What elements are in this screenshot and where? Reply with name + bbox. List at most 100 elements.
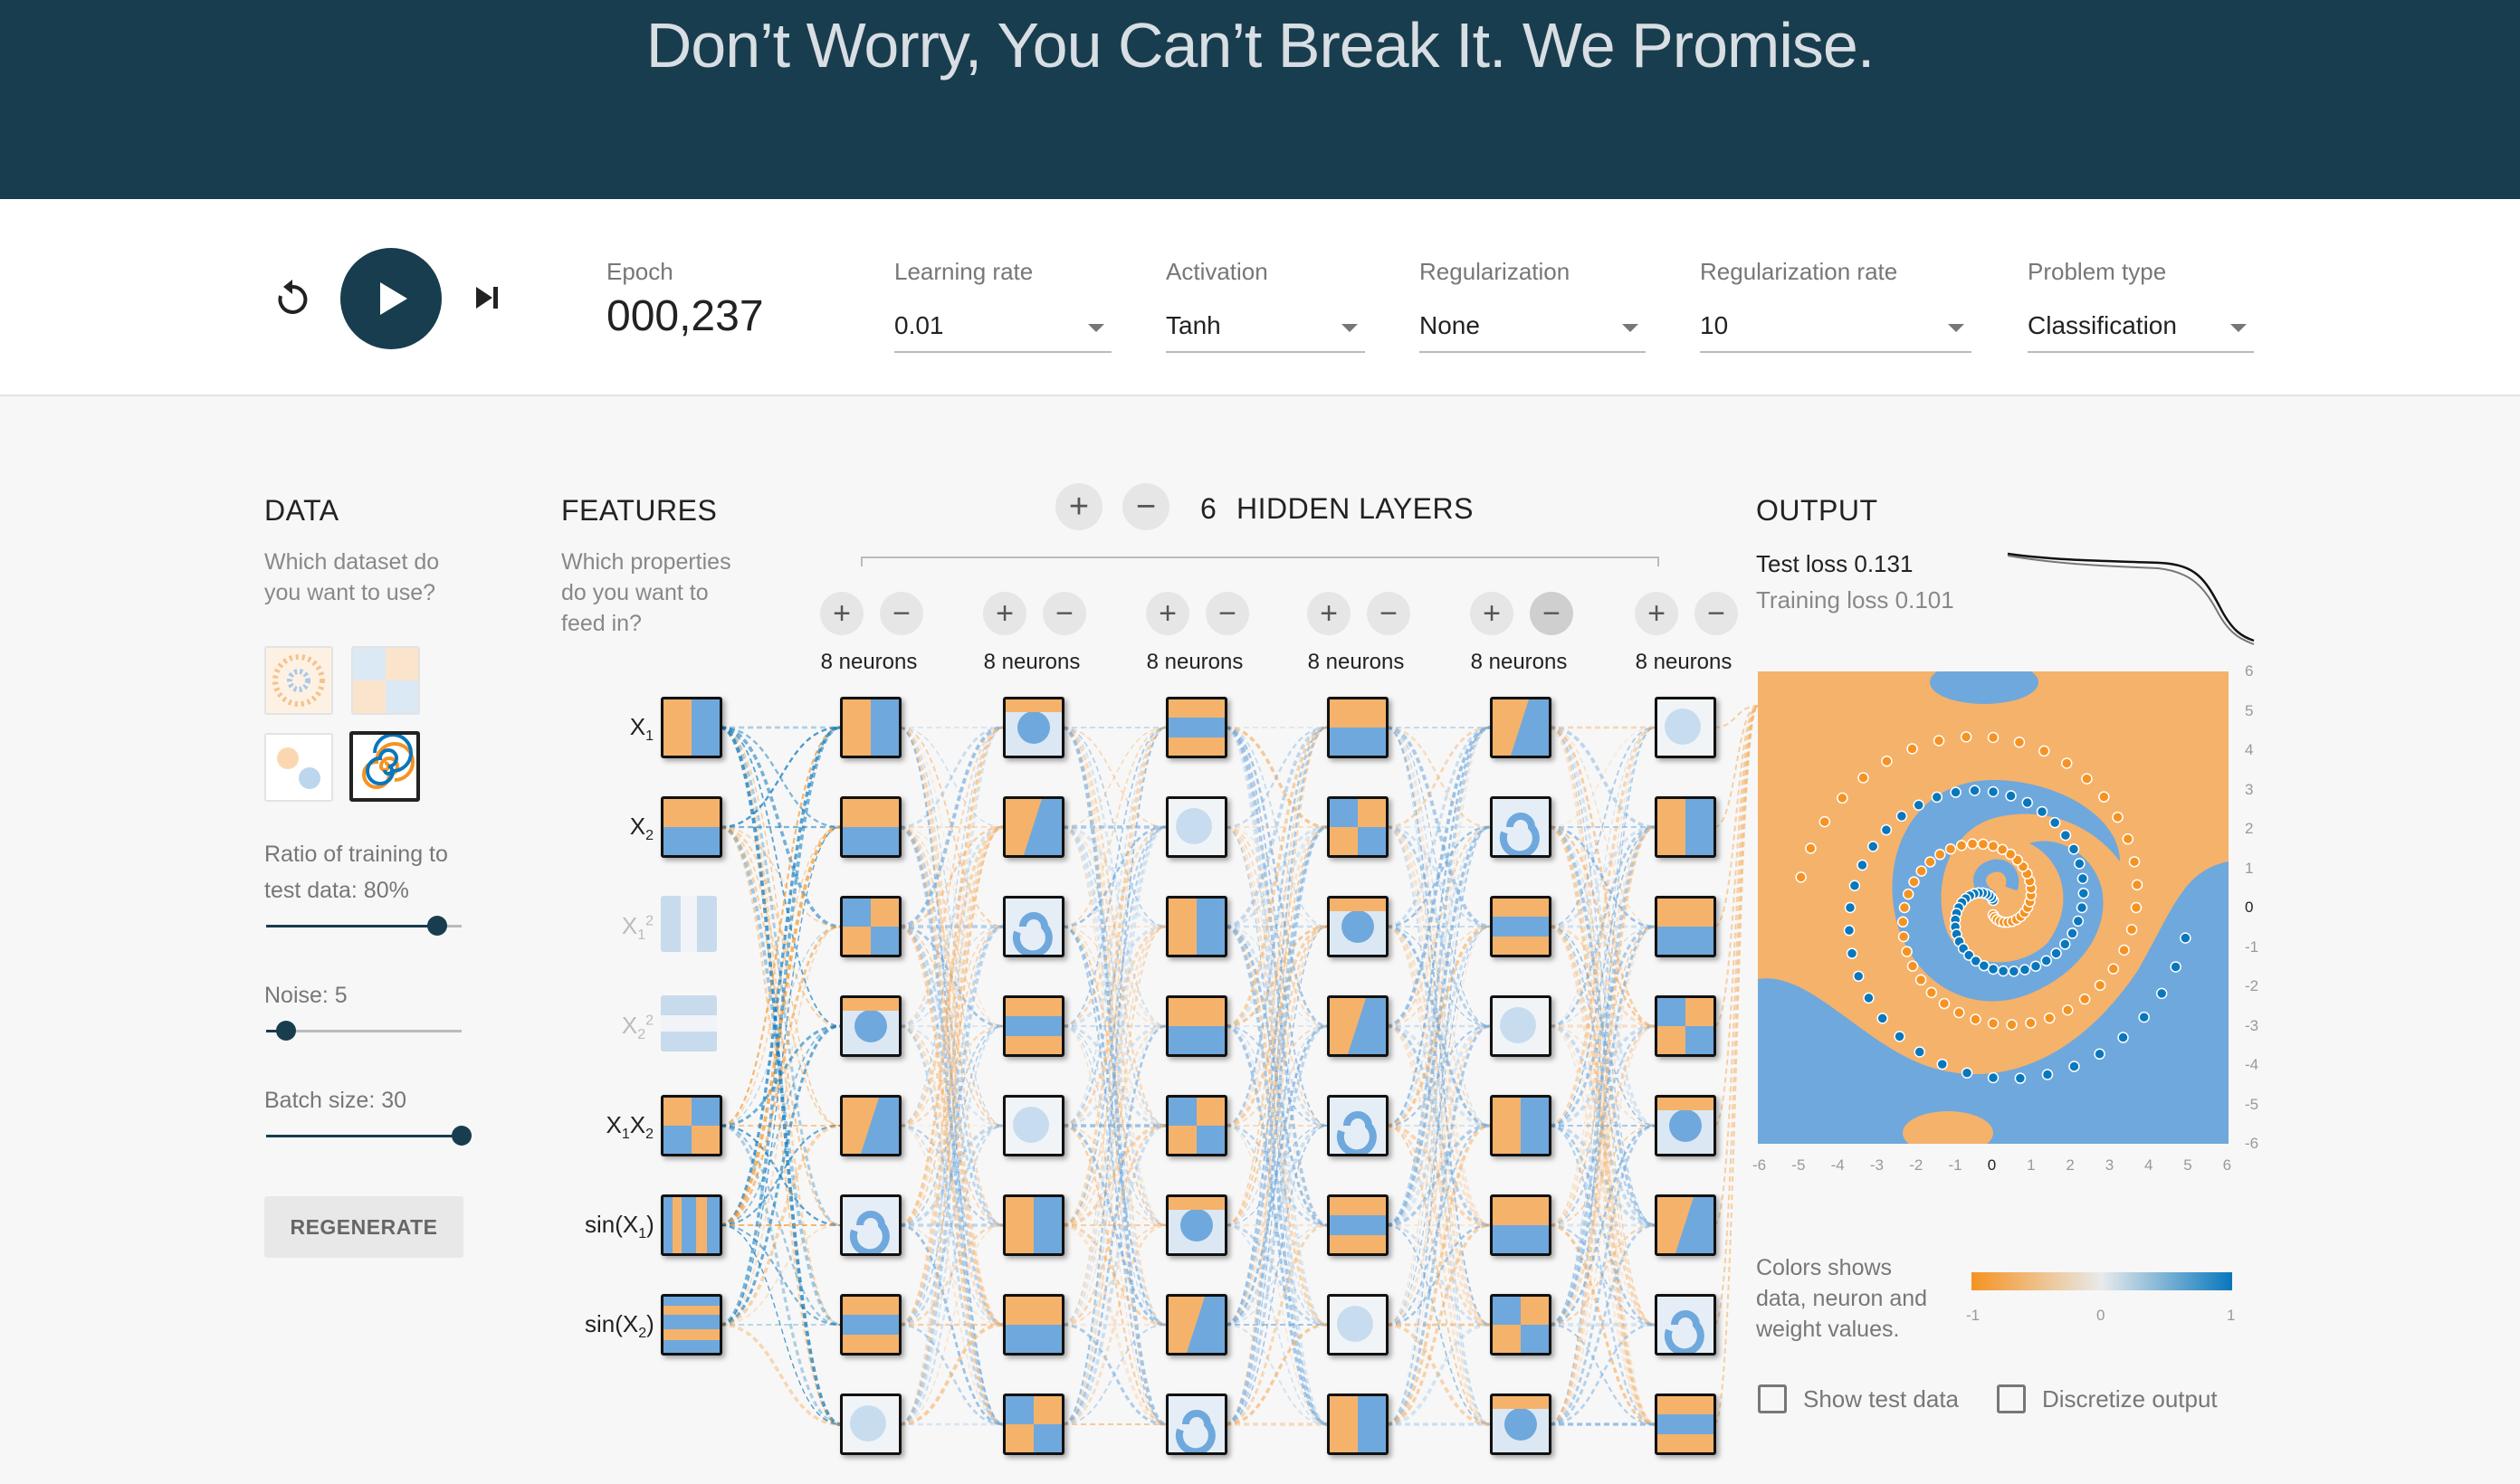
neuron-node[interactable]: [1327, 1394, 1389, 1455]
neuron-node[interactable]: [1490, 1194, 1551, 1256]
feature-node[interactable]: [661, 796, 722, 858]
neuron-node[interactable]: [1166, 697, 1227, 758]
weight-link[interactable]: [899, 825, 1004, 1426]
add-neuron-button[interactable]: +: [1470, 592, 1513, 635]
data-point: [1898, 901, 1911, 914]
show-test-data-checkbox[interactable]: Show test data: [1758, 1384, 1959, 1413]
neuron-node[interactable]: [840, 697, 902, 758]
weight-link[interactable]: [1062, 727, 1167, 928]
data-point: [1897, 930, 1910, 943]
neuron-node[interactable]: [840, 1095, 902, 1156]
neuron-node[interactable]: [1490, 896, 1551, 957]
weight-link[interactable]: [1549, 727, 1656, 1326]
neuron-node[interactable]: [1655, 697, 1716, 758]
neuron-node[interactable]: [1327, 697, 1389, 758]
neuron-node[interactable]: [840, 995, 902, 1057]
neuron-node[interactable]: [1166, 1394, 1227, 1455]
neuron-node[interactable]: [840, 896, 902, 957]
neuron-node[interactable]: [1003, 697, 1064, 758]
remove-neuron-button[interactable]: −: [1043, 592, 1086, 635]
neuron-node[interactable]: [1490, 1095, 1551, 1156]
remove-neuron-button[interactable]: −: [880, 592, 923, 635]
neuron-node[interactable]: [1490, 1394, 1551, 1455]
neuron-node[interactable]: [840, 796, 902, 858]
neuron-node[interactable]: [1655, 1394, 1716, 1455]
neuron-node[interactable]: [1490, 697, 1551, 758]
neuron-node[interactable]: [1166, 995, 1227, 1057]
add-neuron-button[interactable]: +: [1635, 592, 1678, 635]
neuron-node[interactable]: [1003, 896, 1064, 957]
neuron-node[interactable]: [1327, 995, 1389, 1057]
weight-link[interactable]: [720, 1323, 841, 1426]
neuron-node[interactable]: [1003, 1394, 1064, 1455]
weight-link[interactable]: [1062, 825, 1167, 1426]
feature-node[interactable]: [661, 995, 717, 1051]
neuron-node[interactable]: [1655, 1194, 1716, 1256]
feature-node[interactable]: [661, 1194, 722, 1256]
weight-link[interactable]: [1062, 727, 1167, 1326]
weight-link[interactable]: [1386, 726, 1491, 928]
weight-link[interactable]: [1386, 726, 1491, 1127]
weight-link[interactable]: [1386, 826, 1491, 1425]
feature-node[interactable]: [661, 896, 717, 952]
neuron-node[interactable]: [840, 1194, 902, 1256]
remove-neuron-button[interactable]: −: [1367, 592, 1410, 635]
weight-link[interactable]: [1062, 1223, 1167, 1426]
neuron-node[interactable]: [1327, 796, 1389, 858]
add-neuron-button[interactable]: +: [983, 592, 1026, 635]
neuron-node[interactable]: [1327, 1095, 1389, 1156]
neuron-count: 8 neurons: [820, 650, 918, 674]
neuron-node[interactable]: [1003, 995, 1064, 1057]
feature-node[interactable]: [661, 1294, 722, 1356]
weight-link[interactable]: [1386, 1223, 1491, 1426]
neuron-node[interactable]: [840, 1294, 902, 1356]
data-point: [1977, 838, 1990, 851]
neuron-node[interactable]: [1490, 796, 1551, 858]
weight-link[interactable]: [1713, 705, 1759, 928]
neuron-node[interactable]: [1327, 896, 1389, 957]
weight-link[interactable]: [720, 726, 841, 1327]
neuron-node[interactable]: [1655, 995, 1716, 1057]
neuron-node[interactable]: [1166, 796, 1227, 858]
weight-link[interactable]: [1713, 705, 1759, 1425]
remove-neuron-button[interactable]: −: [1530, 592, 1573, 635]
neuron-node[interactable]: [1166, 896, 1227, 957]
neuron-node[interactable]: [1003, 1294, 1064, 1356]
neuron-node[interactable]: [1003, 1194, 1064, 1256]
neuron-node[interactable]: [1655, 896, 1716, 957]
add-neuron-button[interactable]: +: [1146, 592, 1189, 635]
weight-link[interactable]: [899, 726, 1004, 928]
neuron-node[interactable]: [1490, 1294, 1551, 1356]
data-point: [1950, 786, 1962, 798]
weight-link[interactable]: [899, 1224, 1004, 1425]
weight-link[interactable]: [1713, 705, 1759, 1226]
weight-link[interactable]: [1386, 1024, 1491, 1426]
neuron-node[interactable]: [1166, 1194, 1227, 1256]
neuron-node[interactable]: [1327, 1194, 1389, 1256]
neuron-node[interactable]: [1166, 1294, 1227, 1356]
discretize-output-checkbox[interactable]: Discretize output: [1997, 1384, 2218, 1413]
remove-neuron-button[interactable]: −: [1206, 592, 1249, 635]
weight-link[interactable]: [720, 826, 841, 928]
neuron-node[interactable]: [1166, 1095, 1227, 1156]
legend-text-1: Colors shows: [1756, 1255, 1893, 1280]
neuron-node[interactable]: [1327, 1294, 1389, 1356]
weight-link[interactable]: [899, 726, 1004, 1327]
weight-link[interactable]: [1549, 727, 1656, 928]
neuron-node[interactable]: [1655, 1294, 1716, 1356]
neuron-node[interactable]: [1655, 1095, 1716, 1156]
weight-link[interactable]: [720, 825, 841, 1028]
data-point: [2029, 960, 2042, 972]
neuron-node[interactable]: [1655, 796, 1716, 858]
add-neuron-button[interactable]: +: [820, 592, 864, 635]
feature-node[interactable]: [661, 1095, 722, 1156]
remove-neuron-button[interactable]: −: [1694, 592, 1738, 635]
add-neuron-button[interactable]: +: [1307, 592, 1351, 635]
neuron-node[interactable]: [1490, 995, 1551, 1057]
feature-node[interactable]: [661, 697, 722, 758]
weight-link[interactable]: [1549, 1223, 1656, 1426]
neuron-node[interactable]: [1003, 1095, 1064, 1156]
neuron-node[interactable]: [1003, 796, 1064, 858]
neuron-node[interactable]: [840, 1394, 902, 1455]
data-point: [2040, 955, 2052, 966]
